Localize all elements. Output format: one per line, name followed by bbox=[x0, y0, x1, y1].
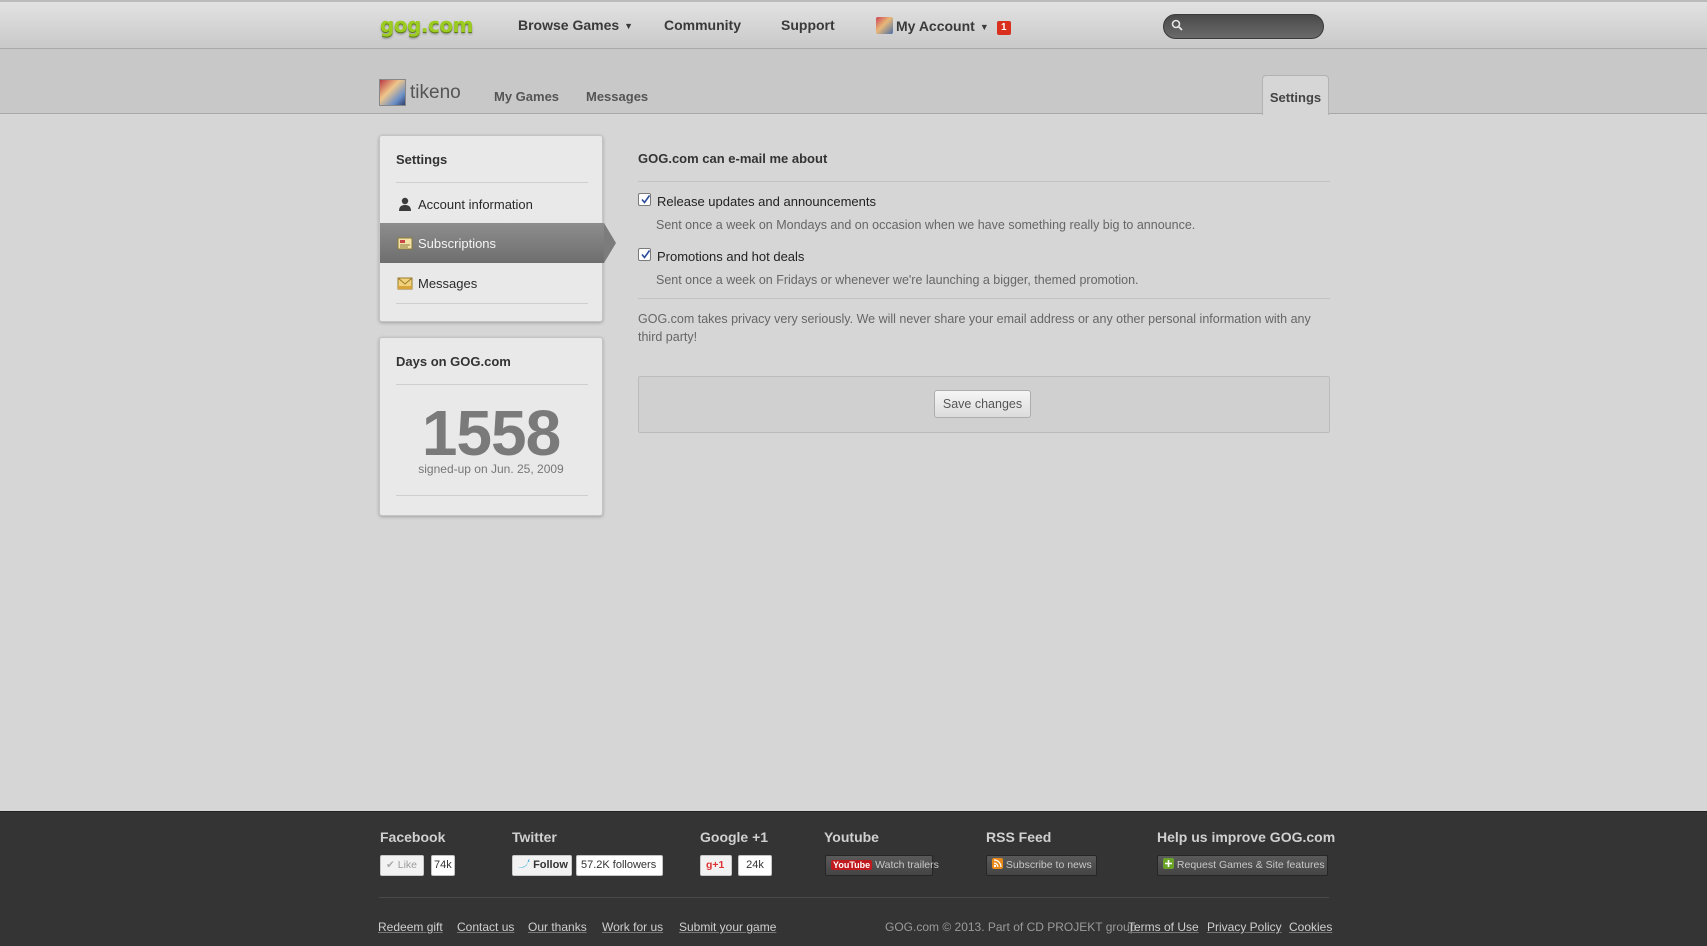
user-icon bbox=[399, 197, 411, 211]
divider bbox=[396, 303, 588, 304]
nav-browse-games-label: Browse Games bbox=[518, 17, 620, 33]
top-navigation-bar: gog.com Browse Games ▼ Community Support … bbox=[0, 0, 1707, 49]
gog-logo[interactable]: gog.com bbox=[380, 13, 473, 37]
mail-icon bbox=[397, 277, 413, 290]
youtube-logo-icon: YouTube bbox=[831, 860, 873, 870]
footer-google-title: Google +1 bbox=[700, 829, 769, 845]
request-features-button[interactable]: Request Games & Site features bbox=[1157, 855, 1328, 876]
promotions-checkbox[interactable] bbox=[638, 248, 651, 261]
email-preferences-title: GOG.com can e-mail me about bbox=[638, 151, 828, 166]
nav-browse-games[interactable]: Browse Games ▼ bbox=[518, 17, 633, 33]
youtube-watch-trailers-button[interactable]: YouTube Watch trailers bbox=[825, 855, 939, 876]
rss-icon bbox=[992, 858, 1003, 869]
account-avatar-icon bbox=[876, 17, 893, 34]
facebook-like-label: Like bbox=[397, 859, 417, 871]
release-updates-description: Sent once a week on Mondays and on occas… bbox=[656, 218, 1196, 232]
youtube-button-label: Watch trailers bbox=[875, 859, 939, 871]
subscriptions-icon bbox=[397, 237, 413, 250]
settings-menu-card: Settings Account information Subscriptio… bbox=[379, 135, 616, 322]
footer-link-contact-us[interactable]: Contact us bbox=[457, 920, 514, 934]
search-input[interactable] bbox=[1188, 18, 1316, 35]
google-plus-one-label: +1 bbox=[712, 859, 725, 871]
days-card-title: Days on GOG.com bbox=[396, 354, 511, 369]
sidebar-item-label: Messages bbox=[418, 276, 478, 291]
footer-copyright: GOG.com © 2013. Part of CD PROJEKT group… bbox=[885, 920, 1140, 934]
promotions-description: Sent once a week on Fridays or whenever … bbox=[656, 273, 1139, 287]
days-on-gog-card: Days on GOG.com 1558 signed-up on Jun. 2… bbox=[379, 337, 603, 516]
search-icon bbox=[1171, 19, 1183, 31]
twitter-bird-icon bbox=[518, 859, 530, 868]
chevron-down-icon: ▼ bbox=[979, 22, 989, 32]
nav-my-account-label: My Account bbox=[896, 18, 975, 34]
footer-divider bbox=[379, 897, 1329, 898]
divider bbox=[638, 298, 1330, 299]
plus-icon bbox=[1163, 858, 1174, 869]
sidebar-item-messages[interactable]: Messages bbox=[380, 263, 604, 303]
divider bbox=[638, 181, 1330, 182]
tab-my-games[interactable]: My Games bbox=[494, 89, 559, 104]
checkmark-icon bbox=[641, 250, 651, 259]
footer-rss-title: RSS Feed bbox=[986, 829, 1052, 845]
rss-subscribe-button[interactable]: Subscribe to news bbox=[986, 855, 1097, 876]
footer-link-redeem-gift[interactable]: Redeem gift bbox=[378, 920, 443, 934]
divider bbox=[396, 495, 588, 496]
footer-link-our-thanks[interactable]: Our thanks bbox=[528, 920, 587, 934]
footer-link-cookies[interactable]: Cookies bbox=[1289, 920, 1332, 934]
user-avatar[interactable] bbox=[379, 79, 406, 106]
facebook-like-button[interactable]: ✔ Like bbox=[380, 855, 424, 876]
nav-support[interactable]: Support bbox=[781, 17, 835, 33]
request-features-label: Request Games & Site features bbox=[1176, 859, 1325, 871]
profile-bar: tikeno My Games Messages Settings bbox=[0, 49, 1707, 115]
notification-badge[interactable]: 1 bbox=[996, 21, 1011, 35]
twitter-follow-label: Follow bbox=[533, 859, 568, 871]
tab-messages[interactable]: Messages bbox=[586, 89, 648, 104]
settings-menu-title: Settings bbox=[396, 152, 448, 167]
sidebar-item-account-information[interactable]: Account information bbox=[380, 184, 604, 224]
checkmark-icon bbox=[641, 195, 651, 204]
release-updates-checkbox[interactable] bbox=[638, 193, 651, 206]
sidebar-item-subscriptions[interactable]: Subscriptions bbox=[380, 223, 616, 263]
nav-my-account[interactable]: My Account ▼ 1 bbox=[876, 17, 1011, 35]
promotions-label[interactable]: Promotions and hot deals bbox=[657, 249, 804, 264]
footer-link-terms[interactable]: Terms of Use bbox=[1128, 920, 1199, 934]
footer-link-submit-game[interactable]: Submit your game bbox=[679, 920, 776, 934]
footer-link-privacy[interactable]: Privacy Policy bbox=[1207, 920, 1282, 934]
divider bbox=[396, 182, 588, 183]
footer-twitter-title: Twitter bbox=[512, 829, 557, 845]
sidebar-item-label: Account information bbox=[418, 197, 533, 212]
footer-improve-title: Help us improve GOG.com bbox=[1157, 829, 1336, 845]
save-changes-button[interactable]: Save changes bbox=[934, 390, 1031, 418]
footer: Facebook ✔ Like 74k Twitter Follow 57.2K… bbox=[0, 811, 1707, 946]
active-indicator-arrow bbox=[604, 223, 616, 263]
nav-community[interactable]: Community bbox=[664, 17, 741, 33]
chevron-down-icon: ▼ bbox=[624, 21, 634, 31]
release-updates-label[interactable]: Release updates and announcements bbox=[657, 194, 876, 209]
rss-button-label: Subscribe to news bbox=[1005, 859, 1092, 871]
footer-youtube-title: Youtube bbox=[824, 829, 879, 845]
divider bbox=[396, 384, 588, 385]
save-panel: Save changes bbox=[638, 376, 1330, 433]
tab-settings[interactable]: Settings bbox=[1262, 75, 1329, 115]
sidebar-item-label: Subscriptions bbox=[418, 236, 497, 251]
twitter-followers-count: 57.2K followers bbox=[576, 855, 663, 876]
google-plus-one-button[interactable]: g+1 bbox=[700, 855, 732, 876]
google-plus-count: 24k bbox=[738, 855, 772, 876]
days-count: 1558 bbox=[421, 397, 561, 469]
facebook-like-count: 74k bbox=[431, 855, 455, 876]
check-icon: ✔ bbox=[386, 859, 395, 871]
footer-facebook-title: Facebook bbox=[380, 829, 446, 845]
privacy-notice: GOG.com takes privacy very seriously. We… bbox=[638, 312, 1311, 344]
search-box[interactable] bbox=[1163, 14, 1324, 39]
profile-username[interactable]: tikeno bbox=[410, 82, 461, 104]
twitter-follow-button[interactable]: Follow bbox=[512, 855, 572, 876]
signup-date: signed-up on Jun. 25, 2009 bbox=[418, 462, 564, 476]
footer-link-work-for-us[interactable]: Work for us bbox=[602, 920, 663, 934]
